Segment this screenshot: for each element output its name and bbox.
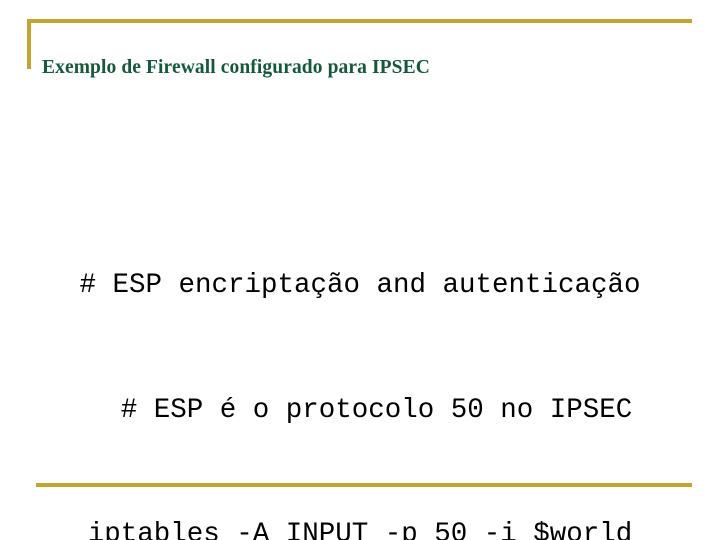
code-line-3: iptables -A INPUT -p 50 -i $world [87,519,633,540]
page-title: Exemplo de Firewall configurado para IPS… [42,57,430,78]
left-gold-rule [27,19,31,69]
code-line-2: # ESP é o protocolo 50 no IPSEC [87,394,633,426]
bottom-gold-rule [36,483,692,487]
slide-canvas: Exemplo de Firewall configurado para IPS… [0,0,720,540]
top-gold-rule [27,19,692,23]
code-line-1: # ESP encriptação and autenticação [79,270,641,301]
